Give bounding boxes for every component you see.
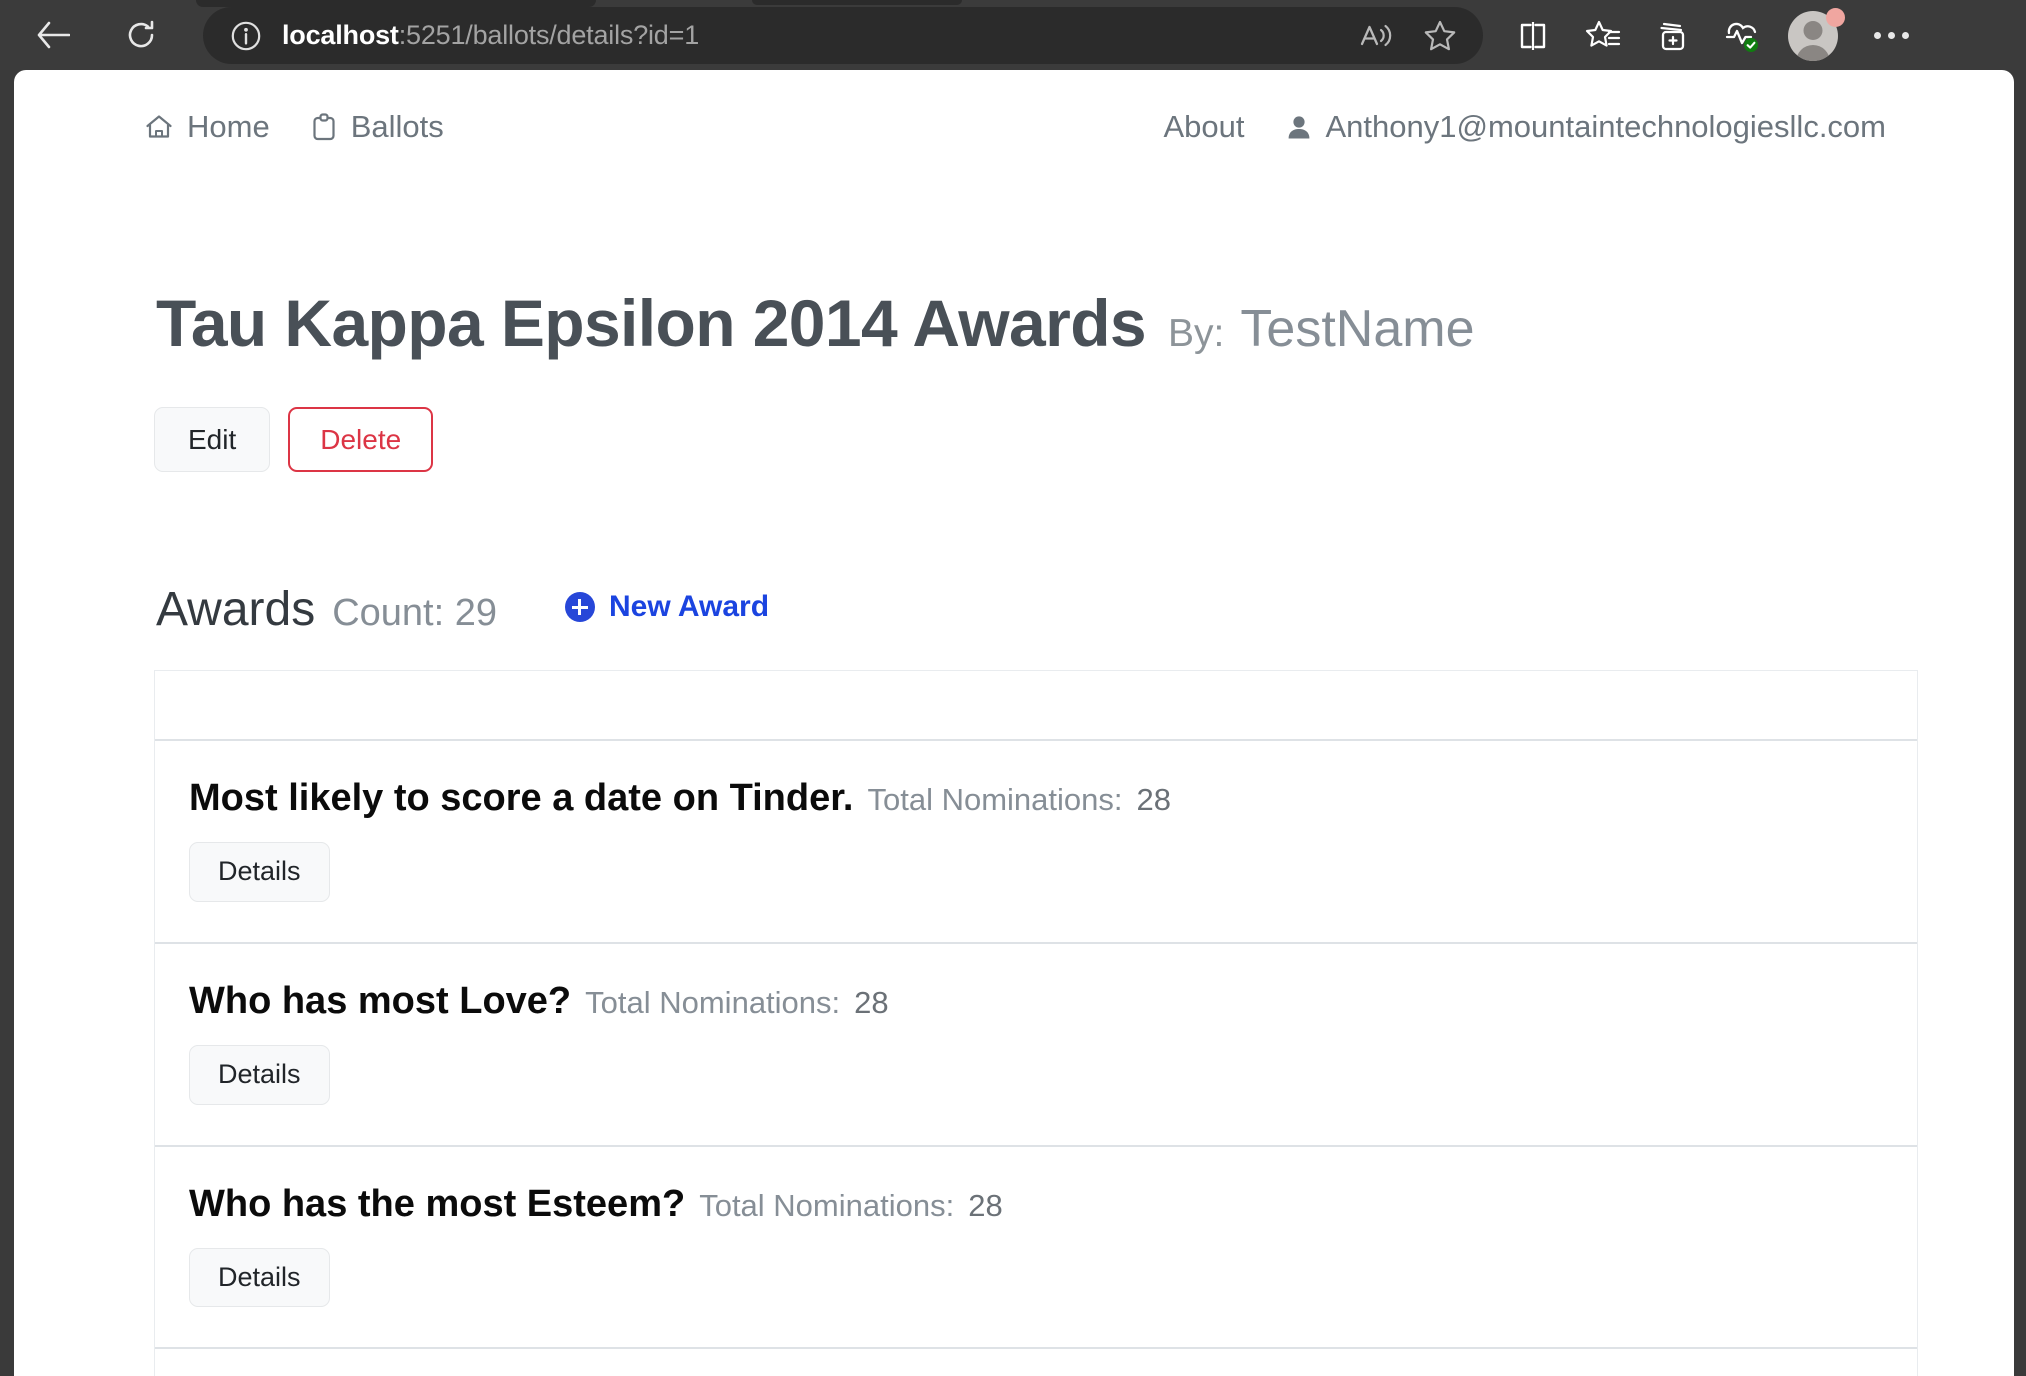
table-row: Who has the most Esteem? Total Nominatio… [155,1147,1917,1350]
favorites-list-icon[interactable] [1578,11,1628,61]
table-row: Who has most Love? Total Nominations: 28… [155,944,1917,1147]
edit-button[interactable]: Edit [154,407,271,472]
awards-heading: Awards [156,583,316,636]
awards-count: Count: 29 [332,592,497,634]
url-text: localhost:5251/ballots/details?id=1 [282,20,699,51]
nav-item-ballots-label: Ballots [350,109,444,144]
new-award-button[interactable]: New Award [564,590,770,624]
awards-list-header-row [155,671,1917,741]
nav-item-home-label: Home [187,109,270,144]
award-nominations-label: Total Nominations: [867,782,1123,817]
plus-circle-icon [564,592,595,622]
clipboard-icon [310,112,338,142]
table-row: Most likely to score a date on Tinder. T… [155,741,1917,944]
details-button[interactable]: Details [189,842,330,902]
details-button[interactable]: Details [189,1044,330,1105]
page-viewport: Home Ballots About Anthony1@mountaintech… [14,70,2014,1376]
read-aloud-icon[interactable] [1351,11,1401,61]
awards-section-header: Awards Count: 29 New Award [156,582,769,637]
nav-item-user-account[interactable]: Anthony1@mountaintechnologiesllc.com [1286,109,1886,145]
awards-list: Most likely to score a date on Tinder. T… [154,670,1918,1376]
url-host: localhost [282,20,399,50]
collections-add-icon[interactable] [1648,11,1698,61]
award-name: Who has most Love? [189,979,572,1022]
person-icon [1286,113,1312,141]
page-content: Home Ballots About Anthony1@mountaintech… [14,70,2014,1376]
page-title: Tau Kappa Epsilon 2014 Awards By: TestNa… [156,285,1474,361]
browser-essentials-icon[interactable] [1718,11,1768,61]
ballot-title: Tau Kappa Epsilon 2014 Awards [156,286,1147,360]
browser-tab-stub-secondary[interactable] [752,0,962,5]
split-screen-icon[interactable] [1508,11,1558,61]
ballot-author-name: TestName [1240,300,1475,358]
new-award-label: New Award [608,590,770,623]
browser-chrome: localhost:5251/ballots/details?id=1 [0,0,2026,70]
user-email-label: Anthony1@mountaintechnologiesllc.com [1325,109,1886,144]
award-nominations-count: 28 [854,984,889,1020]
favorite-star-icon[interactable] [1415,11,1465,61]
award-nominations-count: 28 [1136,782,1171,817]
url-path: :5251/ballots/details?id=1 [398,20,700,50]
table-row [155,1349,1917,1376]
address-bar[interactable]: localhost:5251/ballots/details?id=1 [203,7,1483,64]
nav-item-ballots[interactable]: Ballots [310,109,444,145]
ballot-actions: Edit Delete [154,407,434,472]
delete-button[interactable]: Delete [288,407,434,472]
browser-toolbar-actions [1508,7,1918,64]
award-nominations-label: Total Nominations: [585,984,841,1020]
award-nominations-label: Total Nominations: [699,1187,955,1223]
nav-item-home[interactable]: Home [144,109,270,145]
nav-item-about[interactable]: About [1163,109,1244,145]
site-navigation: Home Ballots About Anthony1@mountaintech… [14,96,2014,158]
details-button[interactable]: Details [189,1247,330,1308]
profile-notification-dot [1826,7,1845,27]
profile-avatar-icon[interactable] [1788,7,1845,64]
nav-item-about-label: About [1163,109,1245,144]
browser-tab-stub[interactable] [196,0,596,7]
award-name: Who has the most Esteem? [189,1182,686,1225]
award-nominations-count: 28 [968,1187,1003,1223]
ballot-by-label: By: [1168,312,1225,355]
home-icon [144,113,174,141]
settings-more-icon[interactable] [1864,9,1918,63]
award-name: Most likely to score a date on Tinder. [189,777,854,819]
site-info-icon[interactable] [228,18,264,54]
reload-icon[interactable] [115,9,167,61]
back-arrow-icon[interactable] [27,9,79,61]
